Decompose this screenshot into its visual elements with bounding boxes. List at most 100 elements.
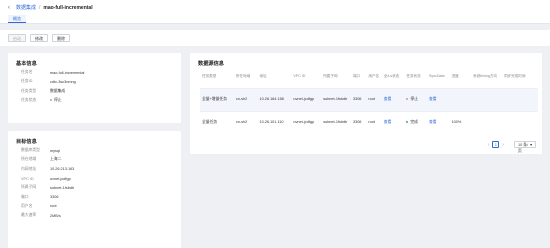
info-key: 最大速率 — [21, 213, 37, 218]
column-header: 系统binlog方向 — [473, 73, 498, 78]
cell-finish — [501, 110, 538, 134]
cell-binlog — [471, 110, 502, 134]
info-row: 任务状态 停止 — [8, 96, 181, 105]
chevron-left-icon[interactable]: ‹ — [488, 142, 490, 148]
column-header: 地址 — [259, 73, 267, 78]
column-header: 任务类型 — [202, 73, 217, 78]
view-sync-link[interactable]: 查看 — [429, 97, 437, 101]
column-header: 端口 — [352, 73, 361, 78]
column-header: 所在地域 — [235, 73, 251, 78]
cell-status: 完成 — [404, 110, 427, 134]
info-row: 最大速率 2MB/s — [8, 211, 181, 220]
basic-info-card: 基本信息 任务名 mao-full-incremental 任务ID cdtc-… — [8, 53, 181, 123]
cell-port: 3306 — [350, 87, 367, 111]
start-button[interactable]: 启动 — [8, 34, 26, 42]
status-dot-icon — [50, 99, 52, 102]
cell-finish — [501, 87, 538, 111]
info-value: root — [50, 204, 57, 209]
column-header: 进度 — [451, 73, 459, 78]
info-key: VPC ID — [21, 176, 34, 181]
info-row: 内网地址 10.26.213.163 — [8, 165, 181, 174]
action-toolbar: 启动 修改 删除 — [0, 30, 550, 46]
info-key: 内网地址 — [21, 166, 37, 171]
cell-region: cn-sh2 — [233, 87, 258, 111]
info-key: 所在地域 — [21, 157, 37, 162]
cell-progress: 100% — [449, 110, 472, 134]
status-dot-icon — [406, 121, 409, 124]
status-text: 停止 — [54, 98, 62, 103]
cell-binlog — [471, 87, 502, 111]
info-row: 任务ID cdtc-3sc3nmng — [8, 77, 181, 86]
info-value: 数据集成 — [50, 88, 66, 93]
table-row[interactable]: 全量任务 cn-sh2 10.26.101.110 uvnet-jcdfgp s… — [200, 110, 538, 134]
table-row[interactable]: 全量+增量任务 cn-sh2 10.26.164.158 uvnet-jcdfg… — [200, 87, 538, 111]
view-detail-link[interactable]: 查看 — [384, 120, 392, 124]
edit-button[interactable]: 修改 — [30, 34, 48, 42]
page-number-button[interactable]: 1 — [492, 141, 500, 148]
info-key: 用户名 — [21, 203, 33, 208]
info-key: 数据库类型 — [21, 148, 40, 153]
table-header-row: 任务类型 所在地域 地址 VPC ID 所属子网 端口 用户名 全/Ls状态 任… — [200, 65, 538, 88]
header-bar: ‹ 数据集成 / mao-full-incremental — [0, 0, 550, 15]
cell-subnet: subnet-1fsbdb — [321, 87, 351, 111]
column-header: 所属子网 — [323, 73, 338, 78]
info-value: mysql — [50, 148, 60, 153]
info-row: 数据库类型 mysql — [8, 146, 181, 155]
info-value: cdtc-3sc3nmng — [50, 79, 76, 84]
info-key: 所属子网 — [21, 185, 37, 190]
chevron-down-icon: ▾ — [530, 143, 532, 147]
page-title: mao-full-incremental — [43, 4, 93, 11]
column-header: 任务状态 — [406, 73, 421, 78]
info-value: 3306 — [50, 195, 59, 200]
info-key: 任务ID — [21, 79, 33, 84]
status-badge: 停止 — [50, 98, 62, 103]
column-header: 全/Ls状态 — [383, 73, 400, 78]
info-value: mao-full-incremental — [50, 70, 85, 75]
column-header: SyncData — [428, 73, 445, 78]
target-info-title: 目标信息 — [16, 139, 37, 145]
info-value: subnet-1fsbdb — [50, 185, 75, 190]
page-size-select[interactable]: 10 条/页 ▾ — [514, 141, 536, 153]
column-header: 用户名 — [368, 73, 380, 78]
info-row: 端口 3306 — [8, 192, 181, 201]
info-key: 任务名 — [21, 70, 33, 75]
cell-subnet: subnet-1fsbdb — [321, 110, 351, 134]
info-row: 所属子网 subnet-1fsbdb — [8, 183, 181, 192]
pagination: ‹ 1 › 10 条/页 ▾ — [485, 141, 536, 153]
status-text: 完成 — [410, 120, 418, 125]
cell-user: root — [366, 110, 382, 134]
chevron-right-icon[interactable]: › — [502, 142, 504, 148]
breadcrumb-parent[interactable]: 数据集成 — [16, 4, 36, 11]
info-value: 上海二 — [50, 157, 62, 162]
page-size-label: 10 条/页 — [518, 143, 529, 153]
info-key: 任务状态 — [21, 98, 37, 103]
cell-port: 3306 — [350, 110, 367, 134]
info-value: uvnet-jcdfgp — [50, 176, 71, 181]
view-sync-link[interactable]: 查看 — [429, 120, 437, 124]
source-info-card: 数据源信息 任务类型 所在地域 地址 VPC ID 所属子网 端口 用户名 全/… — [190, 53, 542, 154]
info-value: 10.26.213.163 — [50, 167, 75, 172]
target-info-card: 目标信息 数据库类型 mysql 所在地域 上海二 内网地址 10.26.213.16… — [8, 131, 181, 248]
cell-user: root — [366, 87, 382, 111]
view-detail-link[interactable]: 查看 — [384, 97, 392, 101]
basic-info-title: 基本信息 — [16, 61, 37, 67]
source-info-title: 数据源信息 — [198, 61, 224, 67]
info-row: 所在地域 上海二 — [8, 155, 181, 164]
status-text: 停止 — [410, 97, 418, 101]
column-header: 同步完成时间 — [503, 73, 526, 78]
tab-overview[interactable]: 概览 — [8, 15, 26, 23]
status-dot-icon — [406, 98, 409, 100]
info-row: 任务类型 数据集成 — [8, 87, 181, 96]
cell-vpc: uvnet-jcdfgp — [291, 110, 322, 134]
delete-button[interactable]: 删除 — [52, 34, 70, 42]
cell-type: 全量任务 — [200, 110, 234, 134]
cell-type: 全量+增量任务 — [200, 87, 234, 111]
source-table: 任务类型 所在地域 地址 VPC ID 所属子网 端口 用户名 全/Ls状态 任… — [200, 65, 538, 134]
info-key: 任务类型 — [21, 88, 37, 93]
info-row: 任务名 mao-full-incremental — [8, 68, 181, 77]
cell-address: 10.26.164.158 — [257, 87, 292, 111]
cell-vpc: uvnet-jcdfgp — [291, 87, 322, 111]
info-row: 用户名 root — [8, 202, 181, 211]
cell-region: cn-sh2 — [233, 110, 258, 134]
arrow-left-icon[interactable]: ‹ — [8, 5, 10, 11]
